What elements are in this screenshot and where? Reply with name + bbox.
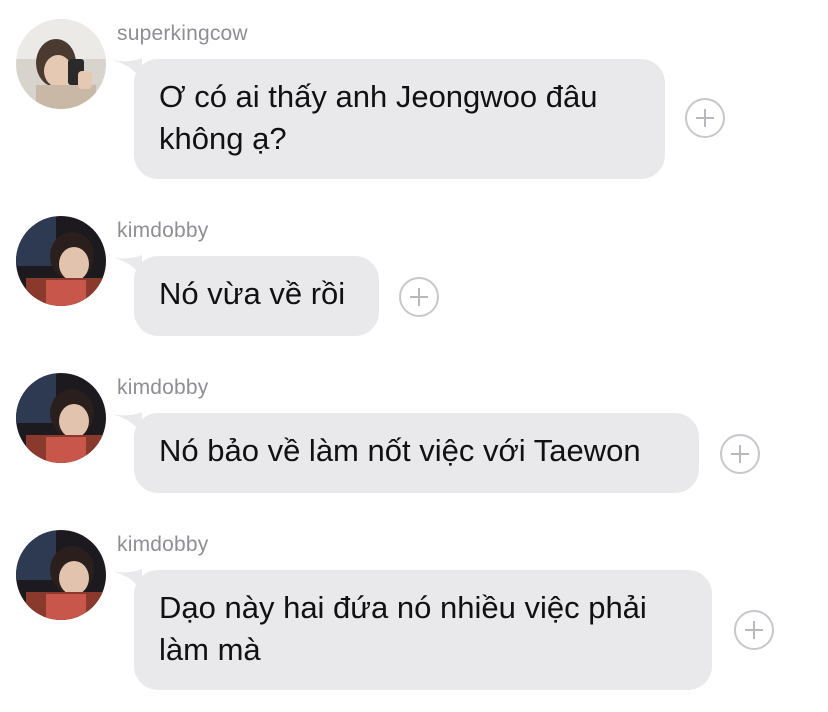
avatar[interactable] (16, 530, 106, 620)
sender-username[interactable]: superkingcow (117, 22, 248, 46)
sender-username[interactable]: kimdobby (117, 533, 208, 557)
message-bubble[interactable]: Ơ có ai thấy anh Jeongwoo đâu không ạ? (134, 59, 665, 179)
avatar[interactable] (16, 19, 106, 109)
add-reaction-icon[interactable] (399, 277, 439, 317)
avatar[interactable] (16, 216, 106, 306)
message-bubble[interactable]: Nó vừa về rồi (134, 256, 379, 336)
add-reaction-icon[interactable] (720, 434, 760, 474)
sender-username[interactable]: kimdobby (117, 376, 208, 400)
avatar[interactable] (16, 373, 106, 463)
add-reaction-icon[interactable] (734, 610, 774, 650)
avatar-photo-icon (16, 373, 106, 463)
avatar-photo-icon (16, 530, 106, 620)
message-bubble[interactable]: Nó bảo về làm nốt việc với Taewon (134, 413, 699, 493)
sender-username[interactable]: kimdobby (117, 219, 208, 243)
avatar-photo-icon (16, 19, 106, 109)
add-reaction-icon[interactable] (685, 98, 725, 138)
message-bubble[interactable]: Dạo này hai đứa nó nhiều việc phải làm m… (134, 570, 712, 690)
avatar-photo-icon (16, 216, 106, 306)
